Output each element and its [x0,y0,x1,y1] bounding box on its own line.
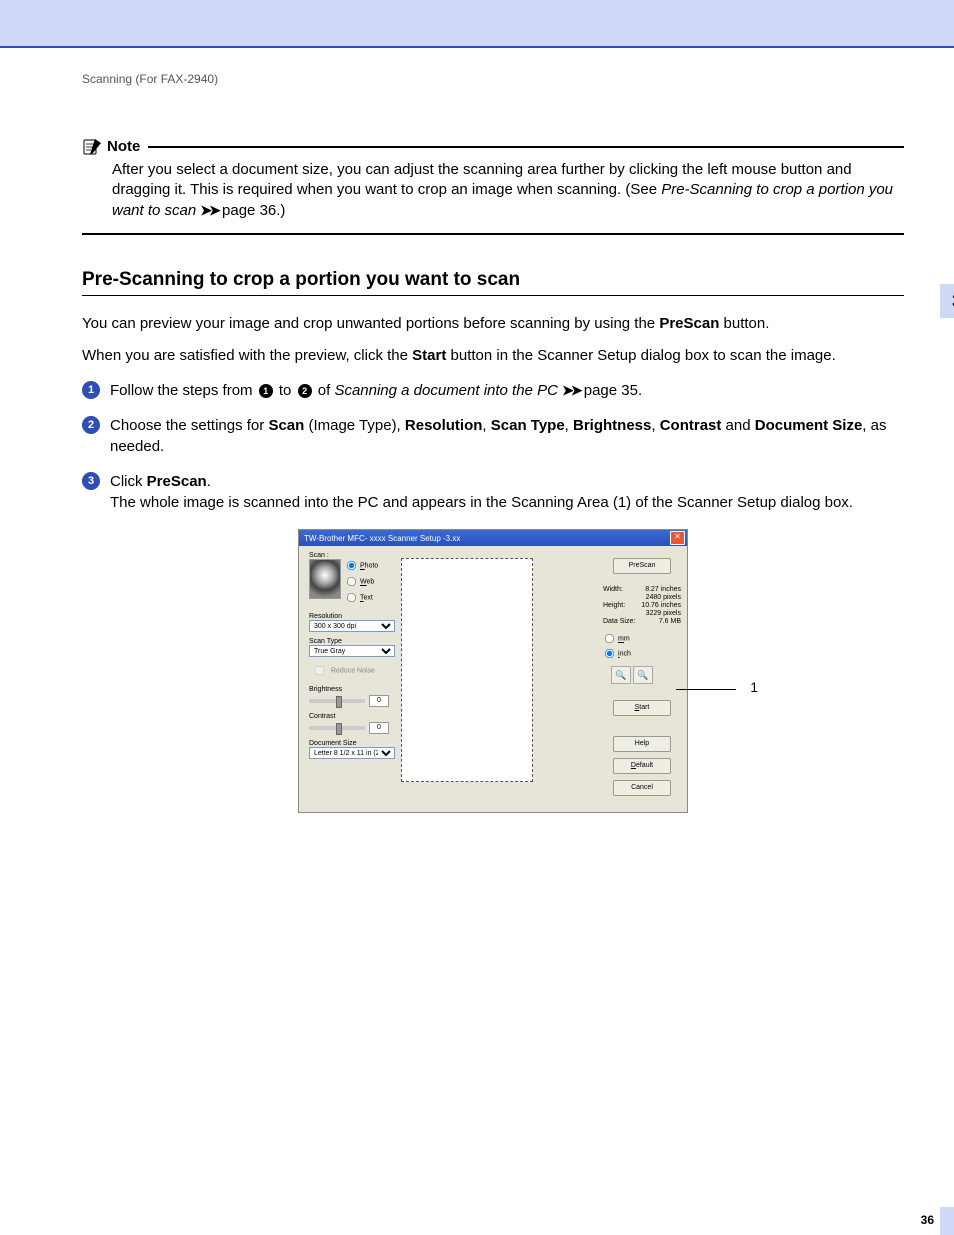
info-height-px: 3229 pixels [646,610,681,617]
note-block: Note After you select a document size, y… [82,136,904,235]
info-data-label: Data Size: [603,618,635,625]
help-button[interactable]: Help [613,736,671,752]
info-width-label: Width: [603,586,623,593]
default-button[interactable]: Default [613,758,671,774]
step-bullet-1: 1 [82,381,100,399]
close-icon[interactable]: ✕ [670,531,685,545]
resolution-select[interactable]: 300 x 300 dpi [309,620,395,632]
intro-2: When you are satisfied with the preview,… [82,346,904,366]
step-bullet-2: 2 [82,416,100,434]
chapter-tab: 3 [940,284,954,318]
page-number: 36 [921,1213,934,1227]
intro-1: You can preview your image and crop unwa… [82,314,904,334]
arrows-icon: ➤➤ [562,382,579,398]
info-height-label: Height: [603,602,625,609]
dialog-title: TW-Brother MFC- xxxx Scanner Setup -3.xx [304,534,460,543]
radio-mm[interactable]: mm [603,632,681,645]
scan-label: Scan : [309,552,399,559]
radio-web[interactable]: Web [345,575,378,588]
arrows-icon: ➤➤ [200,202,217,218]
thumbnail-image [309,559,341,599]
running-header: Scanning (For FAX-2940) [82,72,904,86]
info-data-val: 7.6 MB [659,618,681,625]
top-bar [0,0,954,48]
step-2: 2 Choose the settings for Scan (Image Ty… [82,415,904,457]
scan-type-label: Scan Type [309,638,399,645]
brightness-slider[interactable]: 0 [309,695,399,707]
page-number-bar [940,1207,954,1235]
scanning-area[interactable] [401,558,533,782]
start-button[interactable]: Start [613,700,671,716]
note-page-ref: page 36.) [218,202,286,219]
dialog-titlebar: TW-Brother MFC- xxxx Scanner Setup -3.xx… [299,530,687,546]
info-width-px: 2480 pixels [646,594,681,601]
doc-size-select[interactable]: Letter 8 1/2 x 11 in (215.9 x [309,747,395,759]
step-bullet-3: 3 [82,472,100,490]
brightness-label: Brightness [309,686,399,693]
cancel-button[interactable]: Cancel [613,780,671,796]
resolution-label: Resolution [309,613,399,620]
info-height-val: 10.76 inches [641,602,681,609]
note-title: Note [107,138,140,155]
radio-photo[interactable]: PPhotohoto [345,559,378,572]
contrast-label: Contrast [309,713,399,720]
zoom-out-icon[interactable]: 🔍 [633,666,653,684]
radio-text[interactable]: Text [345,591,378,604]
callout-line [676,689,736,690]
note-icon [82,136,104,156]
scan-type-select[interactable]: True Gray [309,645,395,657]
info-width-val: 8.27 inches [645,586,681,593]
section-title: Pre-Scanning to crop a portion you want … [82,269,904,296]
reduce-noise-check[interactable]: Reduce Noise [309,661,399,680]
contrast-slider[interactable]: 0 [309,722,399,734]
step-3: 3 Click PreScan. The whole image is scan… [82,471,904,513]
radio-inch[interactable]: inch [603,647,681,660]
doc-size-label: Document Size [309,740,399,747]
step-1: 1 Follow the steps from 1 to 2 of Scanni… [82,380,904,401]
prescan-button[interactable]: PreScan [613,558,671,574]
note-body: After you select a document size, you ca… [82,160,904,221]
zoom-in-icon[interactable]: 🔍 [611,666,631,684]
scanner-setup-dialog: 1 TW-Brother MFC- xxxx Scanner Setup -3.… [298,529,688,813]
callout-label: 1 [750,679,758,695]
